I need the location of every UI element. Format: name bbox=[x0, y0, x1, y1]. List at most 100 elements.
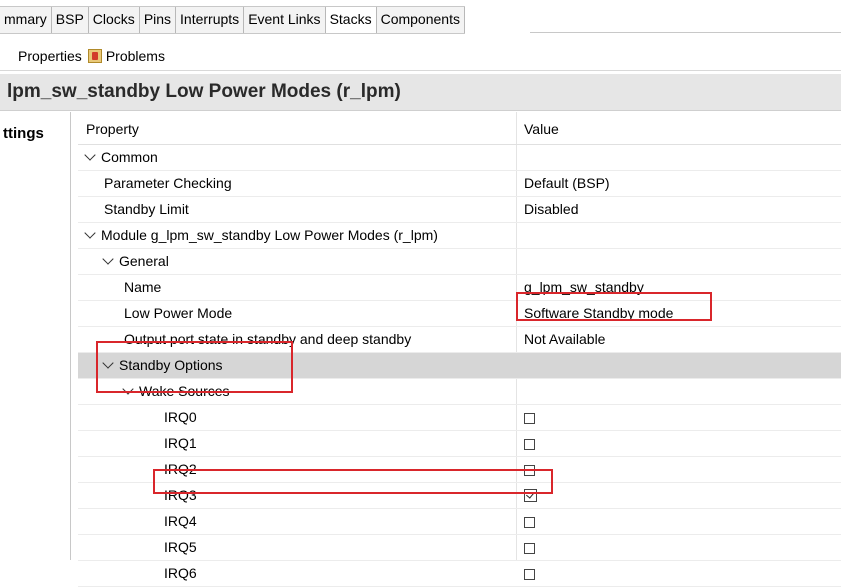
checkbox-unchecked[interactable] bbox=[524, 517, 535, 528]
row-label: IRQ6 bbox=[164, 565, 197, 581]
row-property: IRQ3 bbox=[164, 487, 197, 503]
row-label: IRQ3 bbox=[164, 487, 197, 503]
tab-pins[interactable]: Pins bbox=[140, 7, 177, 33]
row-label: Standby Options bbox=[119, 357, 223, 373]
row-label: General bbox=[119, 253, 169, 269]
table-row[interactable]: IRQ4 bbox=[78, 509, 841, 535]
checkbox-unchecked[interactable] bbox=[524, 465, 535, 476]
tab-problems-label: Problems bbox=[105, 48, 165, 64]
row-label: IRQ5 bbox=[164, 539, 197, 555]
checkbox-unchecked[interactable] bbox=[524, 413, 535, 424]
row-property: Parameter Checking bbox=[104, 175, 232, 191]
tab-bsp[interactable]: BSP bbox=[52, 7, 89, 33]
row-property: Module g_lpm_sw_standby Low Power Modes … bbox=[84, 227, 438, 243]
table-row[interactable]: Wake Sources bbox=[78, 379, 841, 405]
table-row[interactable]: Name g_lpm_sw_standby bbox=[78, 275, 841, 301]
row-value[interactable]: g_lpm_sw_standby bbox=[524, 279, 644, 295]
view-tabs: Properties Problems bbox=[0, 42, 841, 70]
row-property: General bbox=[102, 253, 169, 269]
row-label: Standby Limit bbox=[104, 201, 189, 217]
row-property: Output port state in standby and deep st… bbox=[124, 331, 411, 347]
row-label: Parameter Checking bbox=[104, 175, 232, 191]
table-row[interactable]: IRQ1 bbox=[78, 431, 841, 457]
row-label: Module g_lpm_sw_standby Low Power Modes … bbox=[101, 227, 438, 243]
row-label: IRQ2 bbox=[164, 461, 197, 477]
row-property: Wake Sources bbox=[122, 383, 230, 399]
editor-tab-strip: mmary BSP Clocks Pins Interrupts Event L… bbox=[0, 6, 465, 34]
row-label: Low Power Mode bbox=[124, 305, 233, 321]
view-tabs-divider bbox=[0, 70, 841, 71]
checkbox-unchecked[interactable] bbox=[524, 569, 535, 580]
table-row[interactable]: General bbox=[78, 249, 841, 275]
checkbox-unchecked[interactable] bbox=[524, 543, 535, 554]
table-row[interactable]: Output port state in standby and deep st… bbox=[78, 327, 841, 353]
row-property: IRQ0 bbox=[164, 409, 197, 425]
chevron-down-icon[interactable] bbox=[84, 227, 96, 239]
row-value bbox=[524, 565, 535, 583]
problems-icon bbox=[87, 49, 102, 63]
table-body: Common Parameter Checking Default (BSP) Sta… bbox=[78, 145, 841, 587]
row-property: IRQ1 bbox=[164, 435, 197, 451]
row-label: IRQ1 bbox=[164, 435, 197, 451]
tab-stacks[interactable]: Stacks bbox=[325, 7, 377, 33]
row-label: Wake Sources bbox=[139, 383, 230, 399]
table-row[interactable]: Standby Options bbox=[78, 353, 841, 379]
table-header: Property Value bbox=[78, 112, 841, 145]
row-property: Standby Options bbox=[102, 357, 223, 373]
row-property: Common bbox=[84, 149, 158, 165]
row-value[interactable]: Software Standby mode bbox=[524, 305, 673, 321]
table-row[interactable]: IRQ2 bbox=[78, 457, 841, 483]
page-title: lpm_sw_standby Low Power Modes (r_lpm) bbox=[7, 81, 401, 102]
row-property: IRQ4 bbox=[164, 513, 197, 529]
tab-problems[interactable]: Problems bbox=[87, 48, 165, 64]
row-property: Standby Limit bbox=[104, 201, 189, 217]
header-value[interactable]: Value bbox=[524, 121, 559, 137]
row-value bbox=[524, 487, 537, 505]
row-value bbox=[524, 513, 535, 531]
table-row[interactable]: IRQ6 bbox=[78, 561, 841, 587]
chevron-down-icon[interactable] bbox=[84, 149, 96, 161]
row-value bbox=[524, 539, 535, 557]
side-tab-label: ttings bbox=[3, 125, 44, 142]
table-row[interactable]: Parameter Checking Default (BSP) bbox=[78, 171, 841, 197]
tab-event-links[interactable]: Event Links bbox=[244, 7, 326, 33]
table-row[interactable]: IRQ5 bbox=[78, 535, 841, 561]
row-value[interactable]: Disabled bbox=[524, 201, 578, 217]
row-property: Low Power Mode bbox=[124, 305, 232, 321]
row-property: IRQ5 bbox=[164, 539, 197, 555]
tab-properties[interactable]: Properties bbox=[0, 48, 82, 64]
table-row[interactable]: Low Power Mode Software Standby mode bbox=[78, 301, 841, 327]
checkbox-unchecked[interactable] bbox=[524, 439, 535, 450]
side-tab-settings[interactable]: ttings bbox=[0, 112, 71, 560]
row-property: Name bbox=[124, 279, 161, 295]
tab-components[interactable]: Components bbox=[377, 7, 465, 33]
row-value bbox=[524, 435, 535, 453]
chevron-down-icon[interactable] bbox=[122, 383, 134, 395]
tab-summary[interactable]: mmary bbox=[0, 7, 52, 33]
tab-properties-label: Properties bbox=[18, 48, 82, 64]
tab-clocks[interactable]: Clocks bbox=[89, 7, 140, 33]
table-row[interactable]: Module g_lpm_sw_standby Low Power Modes … bbox=[78, 223, 841, 249]
table-row[interactable]: IRQ0 bbox=[78, 405, 841, 431]
tab-strip-divider bbox=[530, 32, 841, 33]
row-label: IRQ4 bbox=[164, 513, 197, 529]
checkbox-checked[interactable] bbox=[524, 489, 537, 502]
chevron-down-icon[interactable] bbox=[102, 253, 114, 265]
property-table: Property Value Common Parameter Checking D… bbox=[78, 112, 841, 587]
table-row[interactable]: Standby Limit Disabled bbox=[78, 197, 841, 223]
row-property: IRQ2 bbox=[164, 461, 197, 477]
header-property[interactable]: Property bbox=[86, 121, 139, 137]
row-label: Common bbox=[101, 149, 158, 165]
row-label: Output port state in standby and deep st… bbox=[124, 331, 412, 347]
tab-interrupts[interactable]: Interrupts bbox=[176, 7, 245, 33]
table-row[interactable]: IRQ3 bbox=[78, 483, 841, 509]
row-value bbox=[524, 409, 535, 427]
row-value[interactable]: Not Available bbox=[524, 331, 605, 347]
chevron-down-icon[interactable] bbox=[102, 357, 114, 369]
row-value bbox=[524, 461, 535, 479]
row-label: IRQ0 bbox=[164, 409, 197, 425]
table-row[interactable]: Common bbox=[78, 145, 841, 171]
row-value[interactable]: Default (BSP) bbox=[524, 175, 610, 191]
row-property: IRQ6 bbox=[164, 565, 197, 581]
properties-title-bar: lpm_sw_standby Low Power Modes (r_lpm) bbox=[0, 74, 841, 111]
